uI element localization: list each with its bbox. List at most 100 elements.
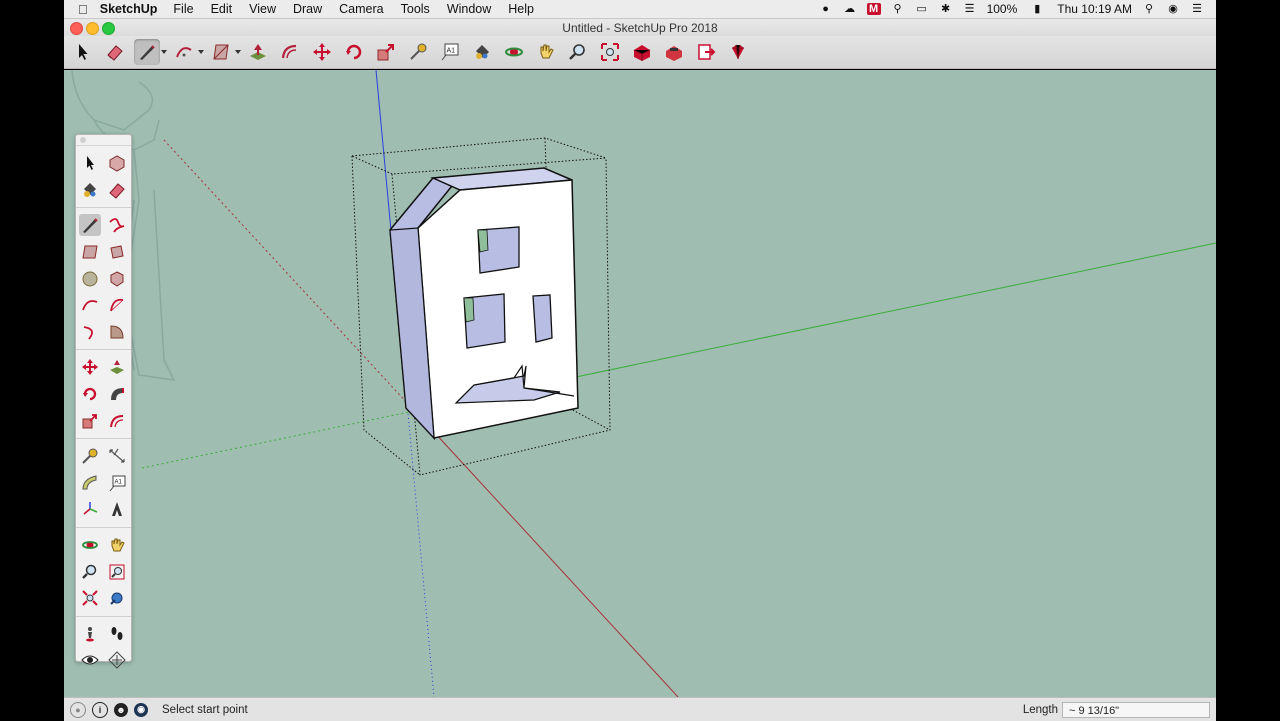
palette-rectangle-tool[interactable] [79, 241, 101, 263]
palette-orbit-tool[interactable] [79, 534, 101, 556]
palette-walk-tool[interactable] [106, 623, 128, 645]
eraser-tool[interactable] [102, 39, 128, 65]
siri-icon[interactable]: ◉ [1166, 3, 1180, 15]
palette-3point-arc-tool[interactable] [79, 321, 101, 343]
menu-view[interactable]: View [249, 2, 276, 16]
record-icon[interactable]: ● [819, 3, 833, 15]
palette-axes-tool[interactable] [79, 498, 101, 520]
rotate-tool[interactable] [341, 39, 367, 65]
menu-draw[interactable]: Draw [293, 2, 322, 16]
credits-info-icon[interactable]: i [92, 701, 108, 718]
palette-make-component-tool[interactable] [106, 152, 128, 174]
palette-pie-tool[interactable] [106, 321, 128, 343]
sign-in-icon[interactable]: ◉ [134, 702, 148, 717]
palette-dimension-tool[interactable] [106, 445, 128, 467]
zoom-extents-tool[interactable] [597, 39, 623, 65]
wifi-icon[interactable]: ☰ [963, 3, 977, 15]
palette-push-pull-tool[interactable] [106, 356, 128, 378]
palette-section-plane-tool[interactable] [106, 649, 128, 671]
zoom-tool[interactable] [565, 39, 591, 65]
palette-arc-tool[interactable] [79, 294, 101, 316]
palette-previous-view-tool[interactable] [106, 587, 128, 609]
palette-move-tool[interactable] [79, 356, 101, 378]
menu-help[interactable]: Help [508, 2, 534, 16]
palette-circle-tool[interactable] [79, 268, 101, 290]
palette-position-camera-tool[interactable] [79, 623, 101, 645]
menu-app[interactable]: SketchUp [100, 2, 158, 16]
paint-bucket-tool[interactable] [469, 39, 495, 65]
menu-window[interactable]: Window [447, 2, 491, 16]
measurements-box[interactable]: ~ 9 13/16" [1062, 701, 1210, 718]
scale-icon [377, 44, 394, 61]
battery-icon[interactable]: ▮ [1027, 3, 1047, 15]
scene-canvas[interactable] [64, 70, 1216, 697]
palette-3d-text-tool[interactable] [106, 498, 128, 520]
palette-rotated-rectangle-tool[interactable] [106, 241, 128, 263]
extension-manager-button[interactable] [725, 39, 751, 65]
text-tool[interactable]: A1 [437, 39, 463, 65]
palette-text-tool[interactable]: A1 [106, 472, 128, 494]
send-to-layout-button[interactable] [693, 39, 719, 65]
move-tool[interactable] [309, 39, 335, 65]
airplay-icon[interactable]: ▭ [915, 3, 929, 15]
orbit-tool[interactable] [501, 39, 527, 65]
palette-zoom-extents-tool[interactable] [79, 587, 101, 609]
3d-warehouse-button[interactable] [629, 39, 655, 65]
mail-icon[interactable]: M [866, 3, 881, 15]
spotlight-icon[interactable]: ⚲ [1142, 3, 1156, 15]
palette-select-tool[interactable] [79, 152, 101, 174]
clock[interactable]: Thu 10:19 AM [1057, 2, 1132, 16]
palette-text-tool-label: A1 [115, 479, 123, 485]
rectangle-tool[interactable] [208, 39, 234, 65]
palette-pan-tool[interactable] [106, 534, 128, 556]
line-tool[interactable] [134, 39, 160, 65]
battery-percent[interactable]: 100% [987, 2, 1018, 16]
eraser-icon [109, 183, 125, 199]
arc-tool-dropdown-icon[interactable] [198, 49, 204, 55]
palette-rotate-tool[interactable] [79, 383, 101, 405]
bluetooth-icon[interactable]: ✱ [939, 3, 953, 15]
geo-location-icon[interactable]: ● [70, 701, 86, 718]
offset-tool[interactable] [277, 39, 303, 65]
palette-follow-me-tool[interactable] [106, 383, 128, 405]
cloud-sync-icon[interactable]: ☁ [843, 3, 857, 15]
scale-tool[interactable] [373, 39, 399, 65]
apple-icon[interactable]:  [78, 2, 88, 17]
palette-look-around-tool[interactable] [79, 649, 101, 671]
orbit-icon [81, 541, 98, 549]
palette-close-icon[interactable] [80, 137, 86, 143]
menu-edit[interactable]: Edit [211, 2, 233, 16]
extension-warehouse-button[interactable] [661, 39, 687, 65]
menu-tools[interactable]: Tools [401, 2, 430, 16]
window-lower-right[interactable] [532, 294, 553, 343]
pan-tool[interactable] [533, 39, 559, 65]
push-pull-icon [250, 44, 266, 60]
menu-camera[interactable]: Camera [339, 2, 383, 16]
palette-freehand-tool[interactable] [106, 214, 128, 236]
model-component[interactable] [389, 167, 579, 441]
select-tool[interactable] [70, 39, 96, 65]
push-pull-tool[interactable] [245, 39, 271, 65]
line-tool-dropdown-icon[interactable] [161, 49, 167, 55]
tape-measure-tool[interactable] [405, 39, 431, 65]
palette-line-tool[interactable] [78, 214, 101, 237]
palette-tape-measure-tool[interactable] [79, 445, 101, 467]
palette-offset-tool[interactable] [106, 410, 128, 432]
menu-file[interactable]: File [173, 2, 193, 16]
modeling-viewport[interactable] [64, 70, 1216, 697]
notification-center-icon[interactable]: ☰ [1190, 3, 1204, 15]
rectangle-tool-dropdown-icon[interactable] [235, 49, 241, 55]
large-tool-set-palette[interactable]: A1 [75, 134, 132, 670]
palette-zoom-tool[interactable] [79, 561, 101, 583]
arc-tool[interactable] [171, 39, 197, 65]
palette-polygon-tool[interactable] [106, 268, 128, 290]
search-app-icon[interactable]: ⚲ [891, 3, 905, 15]
palette-paint-bucket-tool[interactable] [79, 179, 101, 201]
palette-zoom-window-tool[interactable] [106, 561, 128, 583]
palette-2point-arc-tool[interactable] [106, 294, 128, 316]
palette-drag-handle[interactable] [76, 135, 131, 146]
palette-eraser-tool[interactable] [106, 179, 128, 201]
user-account-icon[interactable]: ☻ [114, 702, 128, 717]
palette-scale-tool[interactable] [79, 410, 101, 432]
palette-protractor-tool[interactable] [79, 472, 101, 494]
